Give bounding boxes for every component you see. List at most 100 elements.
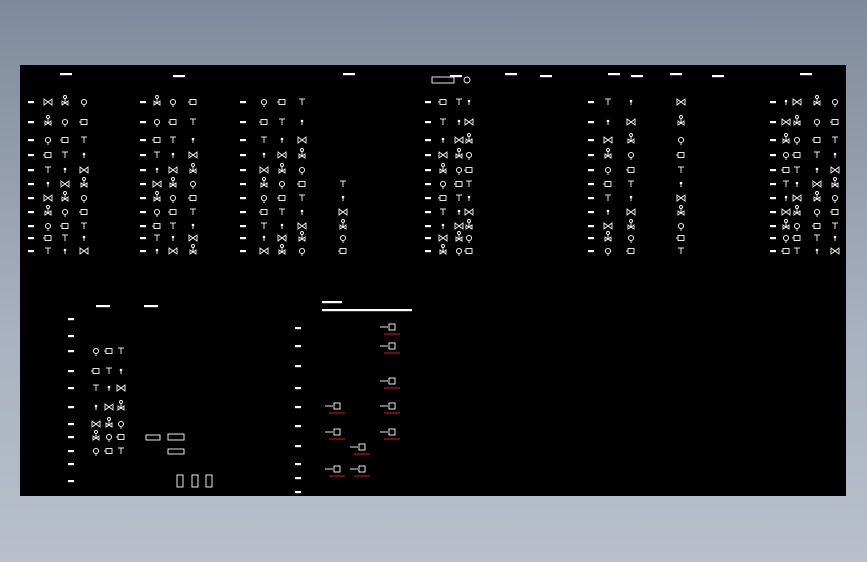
row-label — [540, 75, 552, 78]
valve-symbol-icon — [171, 235, 175, 241]
valve-symbol-icon — [794, 166, 800, 173]
valve-symbol-icon — [63, 248, 67, 254]
valve-symbol-icon — [627, 234, 635, 243]
row-label — [140, 237, 146, 240]
valve-symbol-icon — [300, 119, 304, 125]
valve-symbol-icon — [82, 235, 86, 241]
meter-symbol-icon — [358, 443, 366, 451]
row-label — [295, 445, 301, 448]
valve-symbol-icon — [338, 248, 347, 254]
valve-symbol-icon — [339, 219, 347, 230]
row-label — [240, 225, 246, 228]
valve-symbol-icon — [781, 118, 791, 126]
valve-symbol-icon — [457, 119, 461, 125]
valve-symbol-icon — [465, 219, 473, 230]
valve-symbol-icon — [676, 98, 686, 106]
row-label — [425, 169, 431, 172]
valve-symbol-icon — [79, 209, 88, 215]
valve-symbol-icon — [43, 235, 52, 241]
valve-symbol-icon — [119, 368, 123, 374]
cad-symbol-canvas — [28, 73, 840, 494]
row-label — [295, 425, 301, 428]
valve-symbol-icon — [604, 231, 612, 242]
valve-symbol-icon — [153, 118, 161, 127]
row-label — [28, 154, 34, 157]
valve-symbol-icon — [155, 167, 159, 173]
valve-symbol-icon — [467, 195, 471, 201]
valve-symbol-icon — [679, 181, 683, 187]
valve-symbol-icon — [438, 234, 448, 242]
valve-symbol-icon — [188, 99, 197, 105]
row-label — [425, 237, 431, 240]
row-label — [240, 237, 246, 240]
row-label — [425, 139, 431, 142]
row-label — [295, 345, 301, 348]
equipment-frame-icon — [167, 448, 185, 455]
row-label — [770, 237, 776, 240]
valve-symbol-icon — [832, 136, 838, 143]
row-label — [28, 121, 34, 124]
valve-symbol-icon — [169, 98, 177, 107]
valve-symbol-icon — [104, 403, 114, 411]
valve-symbol-icon — [439, 244, 447, 255]
valve-symbol-icon — [813, 118, 821, 127]
row-label — [295, 327, 301, 330]
valve-symbol-icon — [107, 385, 111, 391]
valve-symbol-icon — [277, 195, 286, 201]
valve-symbol-icon — [340, 180, 346, 187]
row-label — [140, 183, 146, 186]
row-label — [770, 250, 776, 253]
valve-symbol-icon — [812, 137, 821, 143]
valve-symbol-icon — [259, 119, 268, 125]
row-label — [173, 75, 185, 78]
valve-symbol-icon — [105, 433, 113, 442]
cad-drawing-sheet[interactable] — [20, 65, 846, 496]
valve-symbol-icon — [191, 137, 195, 143]
valve-symbol-icon — [467, 99, 471, 105]
valve-symbol-icon — [438, 195, 447, 201]
valve-symbol-icon — [626, 208, 636, 216]
valve-symbol-icon — [792, 152, 801, 158]
row-label — [240, 139, 246, 142]
valve-symbol-icon — [456, 194, 462, 201]
valve-symbol-icon — [441, 137, 445, 143]
row-label — [295, 477, 301, 480]
valve-symbol-icon — [190, 208, 196, 215]
equipment-frame-icon — [167, 433, 185, 441]
valve-symbol-icon — [188, 234, 198, 242]
valve-symbol-icon — [61, 208, 69, 217]
valve-symbol-icon — [677, 115, 685, 126]
valve-symbol-icon — [44, 115, 52, 126]
row-label — [140, 225, 146, 228]
valve-symbol-icon — [44, 205, 52, 216]
valve-symbol-icon — [259, 247, 269, 255]
valve-symbol-icon — [792, 235, 801, 241]
valve-symbol-icon — [45, 247, 51, 254]
valve-symbol-icon — [61, 118, 69, 127]
row-label — [28, 237, 34, 240]
valve-symbol-icon — [795, 181, 799, 187]
valve-symbol-icon — [170, 136, 176, 143]
valve-symbol-icon — [189, 163, 197, 174]
valve-symbol-icon — [116, 434, 125, 440]
row-label — [322, 301, 342, 304]
valve-symbol-icon — [278, 244, 286, 255]
valve-symbol-icon — [604, 166, 612, 175]
row-label — [68, 450, 74, 453]
row-label — [770, 101, 776, 104]
valve-symbol-icon — [603, 181, 612, 187]
valve-symbol-icon — [676, 235, 685, 241]
row-label — [140, 121, 146, 124]
valve-symbol-icon — [464, 208, 474, 216]
valve-symbol-icon — [104, 348, 113, 354]
row-label — [240, 250, 246, 253]
valve-symbol-icon — [60, 137, 69, 143]
valve-symbol-icon — [171, 152, 175, 158]
valve-symbol-icon — [784, 195, 788, 201]
row-label — [425, 211, 431, 214]
valve-symbol-icon — [455, 166, 463, 175]
row-label — [631, 75, 643, 78]
row-label — [670, 73, 682, 76]
valve-symbol-icon — [63, 167, 67, 173]
valve-symbol-icon — [170, 222, 176, 229]
